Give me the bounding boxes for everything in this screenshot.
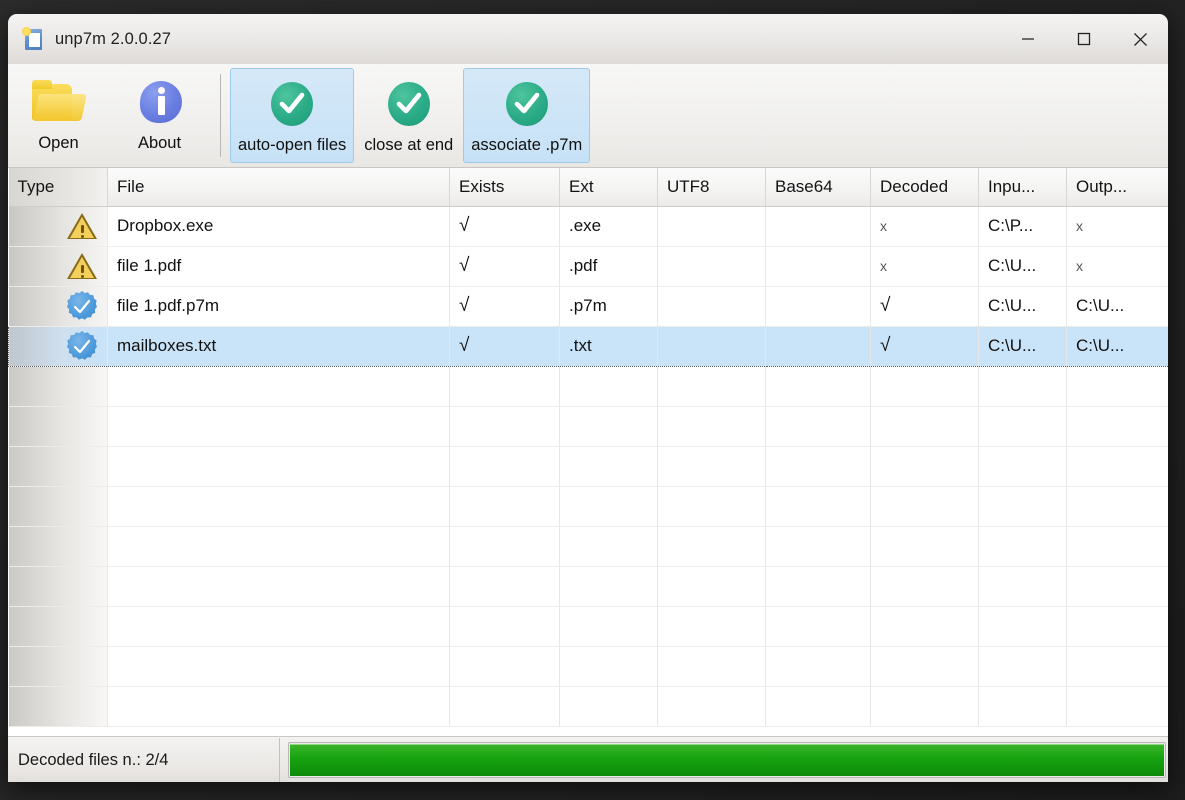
toggle-close-at-end-label: close at end — [364, 136, 454, 154]
cell-exists: √ — [449, 286, 560, 327]
cell-utf8 — [657, 325, 766, 367]
cell-output: C:\U... — [1066, 325, 1168, 367]
about-button[interactable]: About — [109, 67, 210, 164]
table-row-empty — [8, 606, 1168, 647]
toggle-associate-p7m-label: associate .p7m — [471, 136, 583, 154]
green-check-icon — [504, 81, 550, 127]
table-row-empty — [8, 366, 1168, 407]
toolbar-separator — [220, 74, 221, 157]
cell-output: x — [1066, 246, 1168, 287]
cell-decoded: √ — [870, 325, 979, 367]
window-controls — [1000, 14, 1168, 64]
progress-bar-fill — [290, 743, 1164, 776]
cell-output: C:\U... — [1066, 286, 1168, 327]
close-icon[interactable] — [1112, 14, 1168, 64]
cell-base64 — [765, 325, 871, 367]
cell-ext: .txt — [559, 325, 658, 367]
cell-decoded: x — [870, 206, 979, 247]
table-header-row: Type File Exists Ext UTF8 Base64 Decoded… — [8, 168, 1168, 207]
cell-type — [8, 286, 108, 327]
desktop-background: unp7m 2.0.0.27 Open About auto-open file… — [0, 0, 1185, 800]
file-table: Type File Exists Ext UTF8 Base64 Decoded… — [8, 168, 1168, 727]
cell-exists: √ — [449, 206, 560, 247]
info-icon — [134, 80, 186, 126]
cell-base64 — [765, 286, 871, 327]
cell-input: C:\U... — [978, 246, 1067, 287]
verified-badge-icon — [67, 291, 97, 321]
table-row-empty — [8, 446, 1168, 487]
cell-file: Dropbox.exe — [107, 206, 450, 247]
cell-output: x — [1066, 206, 1168, 247]
table-row-empty — [8, 566, 1168, 607]
table-row-empty — [8, 686, 1168, 727]
toggle-auto-open-files[interactable]: auto-open files — [230, 68, 355, 163]
warning-icon — [67, 212, 97, 240]
cell-file: mailboxes.txt — [107, 325, 450, 367]
cell-file: file 1.pdf.p7m — [107, 286, 450, 327]
status-text: Decoded files n.: 2/4 — [8, 737, 280, 782]
green-check-icon — [269, 81, 315, 127]
table-row-empty — [8, 646, 1168, 687]
cell-input: C:\U... — [978, 325, 1067, 367]
about-button-label: About — [137, 134, 182, 152]
table-body: Dropbox.exe √ .exe x C:\P... x file 1.pdf √ .pdf… — [8, 206, 1168, 727]
cell-type — [8, 206, 108, 247]
cell-base64 — [765, 206, 871, 247]
cell-exists: √ — [449, 325, 560, 367]
green-check-icon — [386, 81, 432, 127]
cell-input: C:\P... — [978, 206, 1067, 247]
file-list-view[interactable]: Type File Exists Ext UTF8 Base64 Decoded… — [8, 168, 1168, 736]
cell-ext: .pdf — [559, 246, 658, 287]
column-header-ext[interactable]: Ext — [559, 168, 658, 207]
toolbar: Open About auto-open files close at end … — [8, 64, 1168, 168]
maximize-icon[interactable] — [1056, 14, 1112, 64]
cell-decoded: x — [870, 246, 979, 287]
open-button-label: Open — [38, 134, 79, 152]
warning-icon — [67, 252, 97, 280]
table-row[interactable]: file 1.pdf √ .pdf x C:\U... x — [8, 246, 1168, 287]
title-bar: unp7m 2.0.0.27 — [8, 14, 1168, 64]
column-header-type[interactable]: Type — [8, 168, 108, 207]
column-header-exists[interactable]: Exists — [449, 168, 560, 207]
table-row[interactable]: mailboxes.txt √ .txt √ C:\U... C:\U... — [8, 325, 1168, 367]
cell-utf8 — [657, 206, 766, 247]
status-bar: Decoded files n.: 2/4 — [8, 736, 1168, 782]
cell-ext: .exe — [559, 206, 658, 247]
cell-utf8 — [657, 286, 766, 327]
application-window: unp7m 2.0.0.27 Open About auto-open file… — [8, 14, 1168, 782]
progress-bar — [288, 741, 1166, 778]
cell-decoded: √ — [870, 286, 979, 327]
column-header-output[interactable]: Outp... — [1066, 168, 1168, 207]
toggle-auto-open-files-label: auto-open files — [238, 136, 347, 154]
cell-type — [8, 246, 108, 287]
verified-badge-icon — [67, 331, 97, 361]
open-folder-icon — [30, 80, 88, 126]
table-row[interactable]: file 1.pdf.p7m √ .p7m √ C:\U... C:\U... — [8, 286, 1168, 327]
cell-base64 — [765, 246, 871, 287]
toggle-close-at-end[interactable]: close at end — [356, 68, 461, 163]
column-header-base64[interactable]: Base64 — [765, 168, 871, 207]
cell-type — [8, 325, 108, 367]
window-title: unp7m 2.0.0.27 — [55, 29, 172, 48]
table-row[interactable]: Dropbox.exe √ .exe x C:\P... x — [8, 206, 1168, 247]
cell-input: C:\U... — [978, 286, 1067, 327]
toggle-associate-p7m[interactable]: associate .p7m — [463, 68, 591, 163]
cell-ext: .p7m — [559, 286, 658, 327]
document-star-icon — [22, 27, 44, 51]
cell-utf8 — [657, 246, 766, 287]
column-header-decoded[interactable]: Decoded — [870, 168, 979, 207]
open-button[interactable]: Open — [8, 67, 109, 164]
column-header-file[interactable]: File — [107, 168, 450, 207]
cell-file: file 1.pdf — [107, 246, 450, 287]
table-row-empty — [8, 406, 1168, 447]
table-row-empty — [8, 486, 1168, 527]
cell-exists: √ — [449, 246, 560, 287]
minimize-icon[interactable] — [1000, 14, 1056, 64]
column-header-utf8[interactable]: UTF8 — [657, 168, 766, 207]
table-row-empty — [8, 526, 1168, 567]
column-header-input[interactable]: Inpu... — [978, 168, 1067, 207]
